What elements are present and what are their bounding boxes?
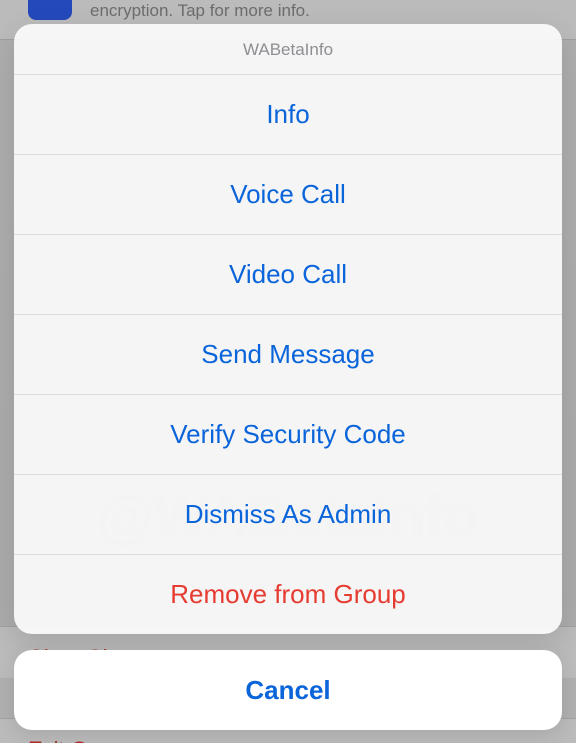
action-sheet: WABetaInfo Info Voice Call Video Call Se… (14, 24, 562, 634)
remove-from-group-button[interactable]: Remove from Group (14, 555, 562, 634)
cancel-card: Cancel (14, 650, 562, 730)
video-call-button[interactable]: Video Call (14, 235, 562, 315)
info-button[interactable]: Info (14, 75, 562, 155)
verify-security-button[interactable]: Verify Security Code (14, 395, 562, 475)
cancel-button[interactable]: Cancel (14, 650, 562, 730)
send-message-button[interactable]: Send Message (14, 315, 562, 395)
action-sheet-title: WABetaInfo (14, 24, 562, 75)
voice-call-button[interactable]: Voice Call (14, 155, 562, 235)
dismiss-admin-button[interactable]: Dismiss As Admin (14, 475, 562, 555)
